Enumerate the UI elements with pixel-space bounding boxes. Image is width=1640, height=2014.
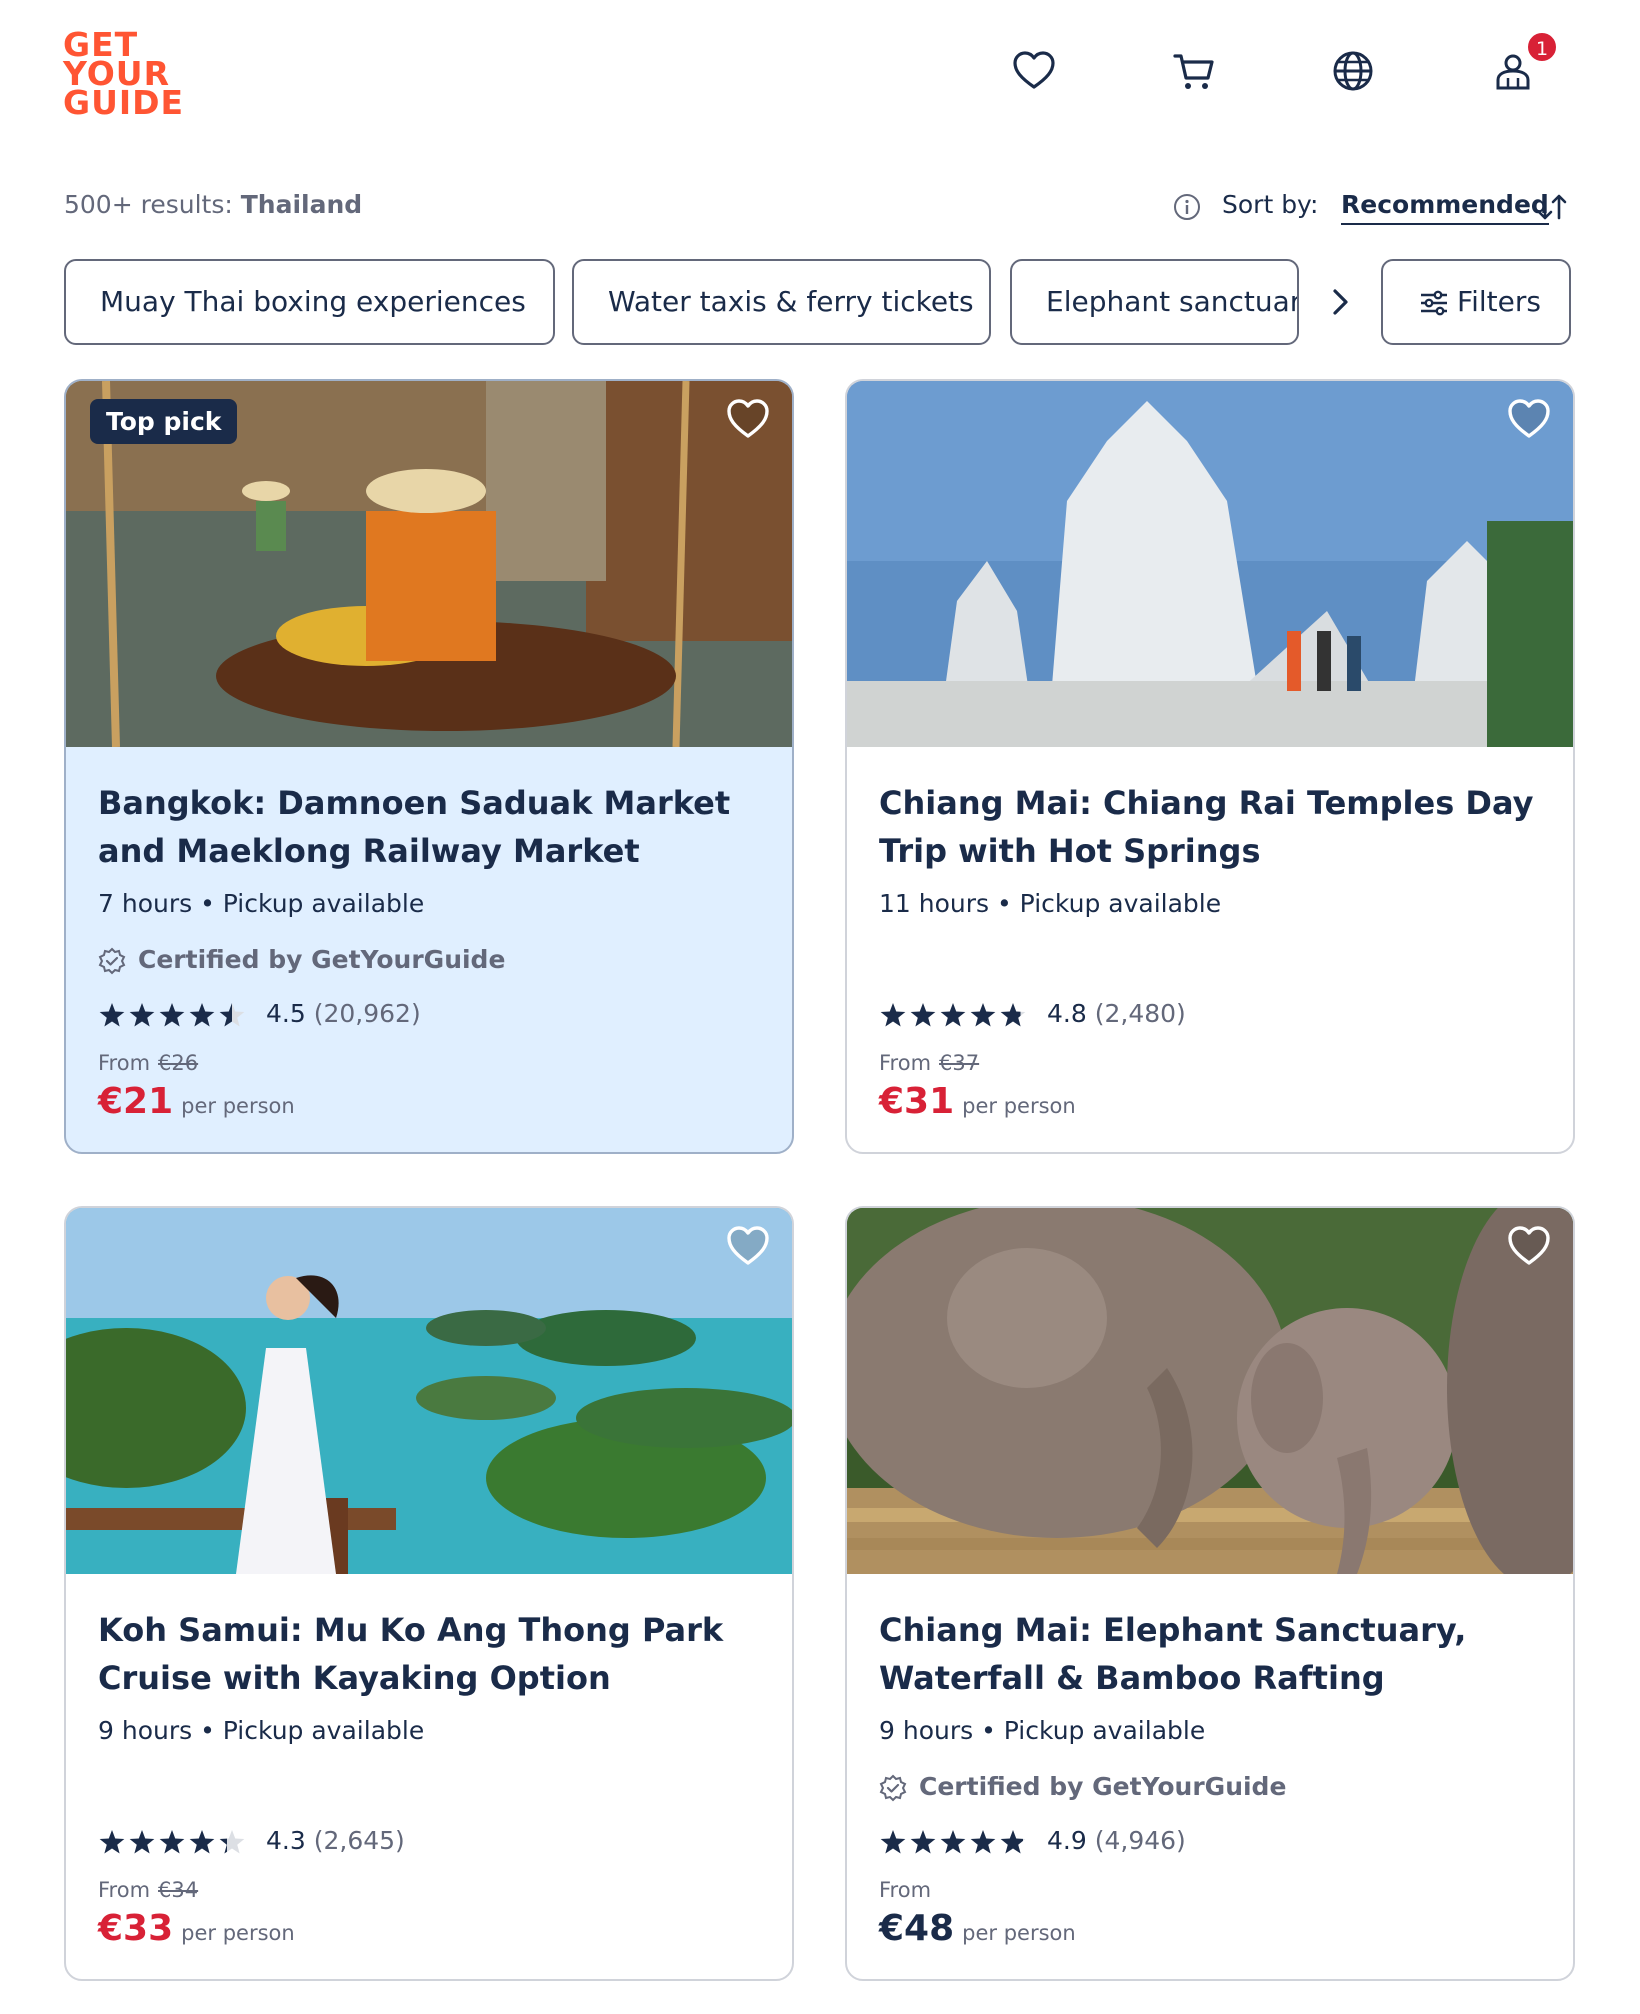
- sort-label: Sort by:: [1222, 190, 1319, 219]
- price-from: From: [879, 1878, 932, 1902]
- activity-title[interactable]: Koh Samui: Mu Ko Ang Thong Park Cruise w…: [98, 1606, 778, 1702]
- activity-image-white-temple: [847, 381, 1573, 747]
- favorite-heart-icon[interactable]: [724, 395, 772, 443]
- chevron-right-icon[interactable]: [1322, 284, 1358, 320]
- price: €48 per person: [879, 1908, 1076, 1949]
- star-icon: [99, 1830, 125, 1854]
- top-pick-badge: Top pick: [90, 399, 238, 444]
- price: €33 per person: [98, 1908, 295, 1949]
- star-icon: [880, 1830, 906, 1854]
- rating-stars-icon: [99, 1830, 245, 1854]
- certified-label: Certified by GetYourGuide: [879, 1772, 1286, 1802]
- activity-title[interactable]: Chiang Mai: Chiang Rai Temples Day Trip …: [879, 779, 1559, 875]
- star-icon: [219, 1830, 245, 1854]
- activity-title[interactable]: Chiang Mai: Elephant Sanctuary, Waterfal…: [879, 1606, 1559, 1702]
- sort-arrows-icon[interactable]: [1536, 190, 1568, 224]
- chip-elephant-sanctuaries[interactable]: Elephant sanctuaries: [1010, 259, 1299, 345]
- price: €31 per person: [879, 1081, 1076, 1122]
- star-icon: [189, 1003, 215, 1027]
- certified-label: Certified by GetYourGuide: [98, 945, 505, 975]
- logo[interactable]: GET YOUR GUIDE: [63, 28, 183, 122]
- activity-card[interactable]: Chiang Mai: Elephant Sanctuary, Waterfal…: [845, 1206, 1575, 1981]
- star-icon: [880, 1003, 906, 1027]
- star-icon: [1000, 1830, 1026, 1854]
- filters-icon: [1421, 290, 1447, 316]
- star-icon: [189, 1830, 215, 1854]
- star-icon: [219, 1003, 245, 1027]
- notification-badge: 1: [1526, 31, 1558, 63]
- star-icon: [910, 1830, 936, 1854]
- activity-card[interactable]: Chiang Mai: Chiang Rai Temples Day Trip …: [845, 379, 1575, 1154]
- star-icon: [159, 1830, 185, 1854]
- activity-meta: 9 hours • Pickup available: [879, 1716, 1206, 1745]
- certified-badge-icon: [879, 1774, 907, 1802]
- favorite-heart-icon[interactable]: [1505, 395, 1553, 443]
- page: GET YOUR GUIDE 1 500+ results: Thailand …: [0, 0, 1640, 2014]
- price: €21 per person: [98, 1081, 295, 1122]
- activity-meta: 7 hours • Pickup available: [98, 889, 425, 918]
- info-icon[interactable]: [1172, 192, 1202, 222]
- sort-dropdown[interactable]: Recommended: [1341, 190, 1549, 225]
- star-icon: [940, 1003, 966, 1027]
- star-icon: [940, 1830, 966, 1854]
- activity-image-islands: [66, 1208, 792, 1574]
- star-icon: [99, 1003, 125, 1027]
- star-icon: [910, 1003, 936, 1027]
- price-from: From €26: [98, 1051, 199, 1075]
- star-icon: [1000, 1003, 1026, 1027]
- chip-water-taxis[interactable]: Water taxis & ferry tickets: [572, 259, 991, 345]
- activity-image-elephants: [847, 1208, 1573, 1574]
- star-icon: [159, 1003, 185, 1027]
- activity-meta: 11 hours • Pickup available: [879, 889, 1222, 918]
- price-from: From €37: [879, 1051, 980, 1075]
- rating-stars-icon: [880, 1830, 1026, 1854]
- price-from: From €34: [98, 1878, 199, 1902]
- cart-icon[interactable]: [1171, 48, 1217, 94]
- rating-stars-icon: [99, 1003, 245, 1027]
- star-icon: [129, 1003, 155, 1027]
- wishlist-heart-icon[interactable]: [1011, 48, 1057, 94]
- activity-card[interactable]: Koh Samui: Mu Ko Ang Thong Park Cruise w…: [64, 1206, 794, 1981]
- star-icon: [970, 1830, 996, 1854]
- globe-icon[interactable]: [1330, 48, 1376, 94]
- results-count: 500+ results: Thailand: [64, 190, 363, 219]
- chip-muay-thai[interactable]: Muay Thai boxing experiences: [64, 259, 555, 345]
- filters-button[interactable]: Filters: [1381, 259, 1571, 345]
- activity-title[interactable]: Bangkok: Damnoen Saduak Market and Maekl…: [98, 779, 778, 875]
- header: GET YOUR GUIDE 1: [0, 0, 1640, 160]
- star-icon: [129, 1830, 155, 1854]
- rating-stars-icon: [880, 1003, 1026, 1027]
- activity-meta: 9 hours • Pickup available: [98, 1716, 425, 1745]
- favorite-heart-icon[interactable]: [724, 1222, 772, 1270]
- activity-card[interactable]: Top pick Bangkok: Damnoen Saduak Market …: [64, 379, 794, 1154]
- favorite-heart-icon[interactable]: [1505, 1222, 1553, 1270]
- star-icon: [970, 1003, 996, 1027]
- certified-badge-icon: [98, 947, 126, 975]
